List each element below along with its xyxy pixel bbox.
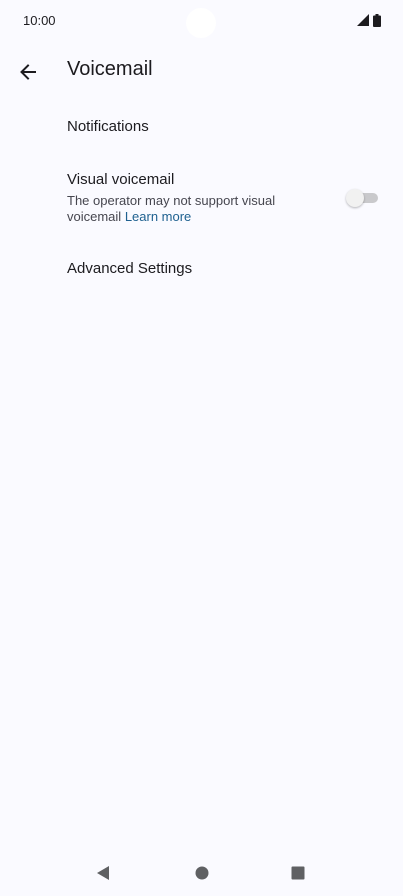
back-triangle-icon — [97, 866, 109, 880]
status-bar: 10:00 — [0, 0, 403, 40]
advanced-settings-title: Advanced Settings — [67, 260, 193, 277]
arrow-back-icon — [20, 64, 36, 80]
notifications-title: Notifications — [67, 118, 149, 135]
status-icons — [357, 13, 381, 27]
page-title: Voicemail — [67, 58, 153, 80]
nav-back-button[interactable] — [94, 864, 112, 882]
notifications-setting[interactable]: Notifications — [0, 100, 403, 154]
battery-icon — [373, 13, 381, 27]
navigation-bar — [0, 848, 403, 896]
app-bar: Voicemail — [0, 48, 403, 96]
signal-icon — [357, 14, 369, 26]
camera-cutout — [186, 8, 216, 38]
advanced-settings-setting[interactable]: Advanced Settings — [0, 244, 403, 298]
learn-more-link[interactable]: Learn more — [125, 209, 191, 224]
nav-home-button[interactable] — [193, 864, 211, 882]
visual-voicemail-toggle[interactable] — [346, 188, 378, 208]
home-circle-icon — [195, 866, 209, 880]
visual-voicemail-summary: The operator may not support visual voic… — [67, 193, 317, 225]
visual-voicemail-setting[interactable]: Visual voicemail The operator may not su… — [0, 160, 403, 236]
back-button[interactable] — [10, 54, 46, 90]
toggle-thumb — [346, 189, 364, 207]
visual-voicemail-title: Visual voicemail — [67, 171, 175, 188]
recents-square-icon — [291, 866, 305, 880]
status-time: 10:00 — [23, 13, 56, 28]
nav-recents-button[interactable] — [289, 864, 307, 882]
